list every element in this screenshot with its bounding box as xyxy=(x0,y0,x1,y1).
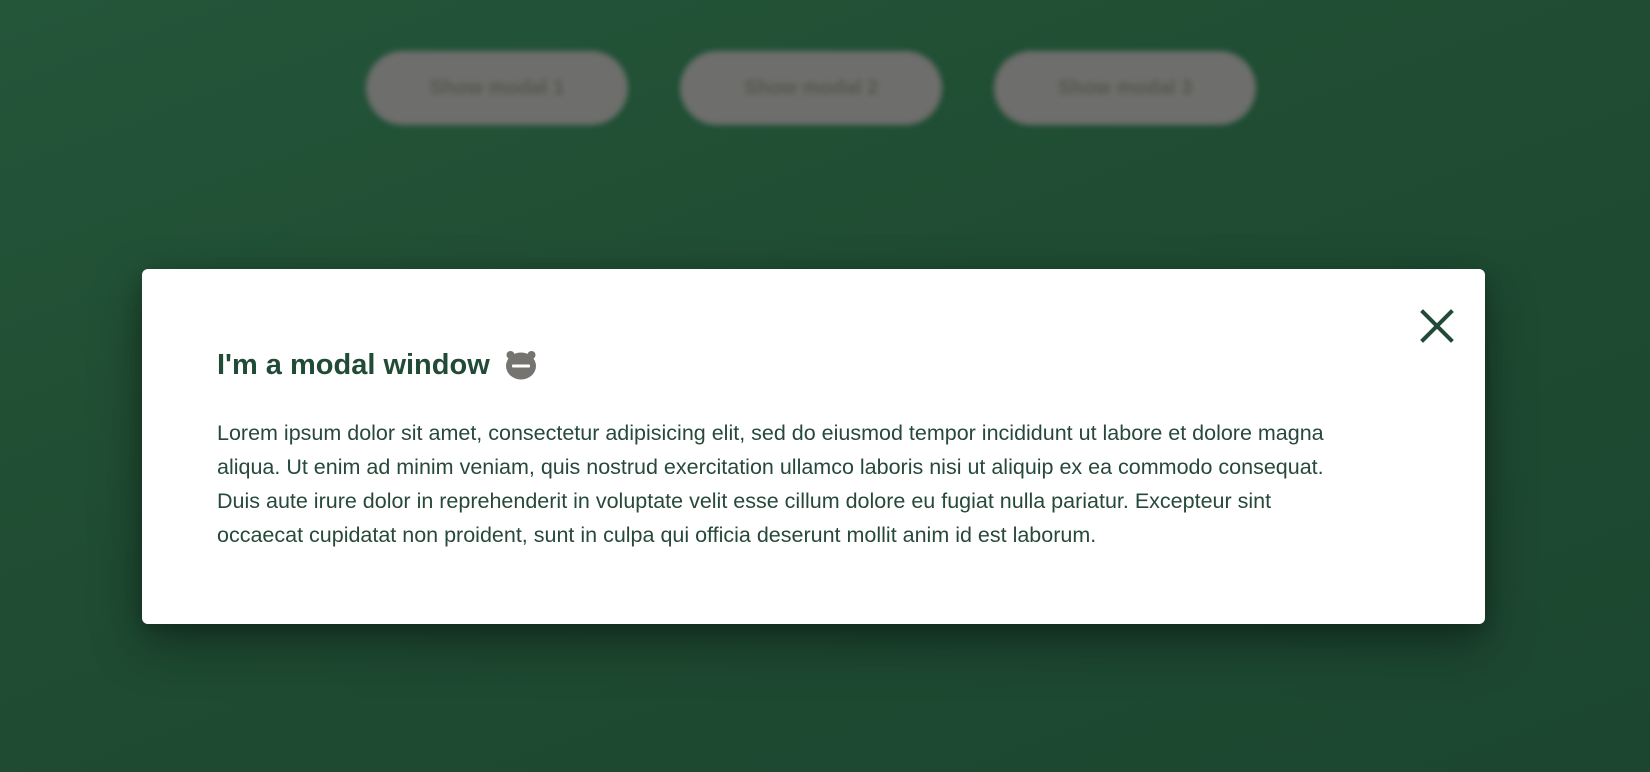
expressionless-face-icon xyxy=(505,351,536,380)
close-icon[interactable] xyxy=(1417,306,1457,346)
modal-body-text: Lorem ipsum dolor sit amet, consectetur … xyxy=(217,421,1324,547)
modal-title: I'm a modal window xyxy=(217,348,490,381)
modal-title-row: I'm a modal window xyxy=(217,349,538,381)
show-modal-2-button[interactable]: Show modal 2 xyxy=(680,51,942,125)
show-modal-1-button[interactable]: Show modal 1 xyxy=(366,51,628,125)
modal-window: I'm a modal window Lorem ipsum dolor sit… xyxy=(142,269,1485,624)
show-modal-3-button[interactable]: Show modal 3 xyxy=(994,51,1256,125)
modal-trigger-buttons: Show modal 1 Show modal 2 Show modal 3 xyxy=(366,51,1256,125)
